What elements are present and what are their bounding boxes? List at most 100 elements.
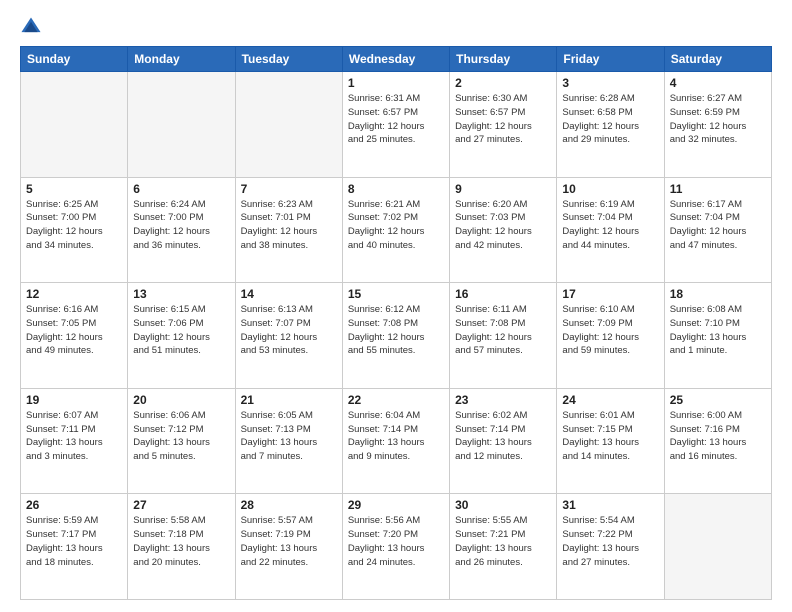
day-info: Sunrise: 6:02 AM Sunset: 7:14 PM Dayligh…: [455, 409, 551, 464]
header: [20, 16, 772, 38]
day-cell: 15 Sunrise: 6:12 AM Sunset: 7:08 PM Dayli…: [342, 283, 449, 389]
week-row-3: 12 Sunrise: 6:16 AM Sunset: 7:05 PM Dayli…: [21, 283, 772, 389]
day-info: Sunrise: 6:01 AM Sunset: 7:15 PM Dayligh…: [562, 409, 658, 464]
day-number: 10: [562, 182, 658, 196]
day-number: 6: [133, 182, 229, 196]
day-number: 16: [455, 287, 551, 301]
day-info: Sunrise: 6:07 AM Sunset: 7:11 PM Dayligh…: [26, 409, 122, 464]
day-cell: 17 Sunrise: 6:10 AM Sunset: 7:09 PM Dayli…: [557, 283, 664, 389]
day-number: 4: [670, 76, 766, 90]
day-info: Sunrise: 6:15 AM Sunset: 7:06 PM Dayligh…: [133, 303, 229, 358]
calendar: SundayMondayTuesdayWednesdayThursdayFrid…: [20, 46, 772, 600]
day-info: Sunrise: 6:28 AM Sunset: 6:58 PM Dayligh…: [562, 92, 658, 147]
day-info: Sunrise: 5:56 AM Sunset: 7:20 PM Dayligh…: [348, 514, 444, 569]
day-number: 21: [241, 393, 337, 407]
day-info: Sunrise: 6:23 AM Sunset: 7:01 PM Dayligh…: [241, 198, 337, 253]
day-number: 17: [562, 287, 658, 301]
day-number: 22: [348, 393, 444, 407]
day-cell: 31 Sunrise: 5:54 AM Sunset: 7:22 PM Dayli…: [557, 494, 664, 600]
day-number: 2: [455, 76, 551, 90]
day-cell: 7 Sunrise: 6:23 AM Sunset: 7:01 PM Daylig…: [235, 177, 342, 283]
day-info: Sunrise: 6:08 AM Sunset: 7:10 PM Dayligh…: [670, 303, 766, 358]
col-header-sunday: Sunday: [21, 47, 128, 72]
day-cell: 13Sunrise: 6:15 AM Sunset: 7:06 PM Dayli…: [128, 283, 235, 389]
day-cell: 28 Sunrise: 5:57 AM Sunset: 7:19 PM Dayli…: [235, 494, 342, 600]
day-number: 29: [348, 498, 444, 512]
day-info: Sunrise: 6:21 AM Sunset: 7:02 PM Dayligh…: [348, 198, 444, 253]
day-info: Sunrise: 5:59 AM Sunset: 7:17 PM Dayligh…: [26, 514, 122, 569]
col-header-monday: Monday: [128, 47, 235, 72]
day-info: Sunrise: 6:00 AM Sunset: 7:16 PM Dayligh…: [670, 409, 766, 464]
day-cell: 18Sunrise: 6:08 AM Sunset: 7:10 PM Dayli…: [664, 283, 771, 389]
day-cell: 3 Sunrise: 6:28 AM Sunset: 6:58 PM Daylig…: [557, 72, 664, 178]
day-cell: [21, 72, 128, 178]
day-cell: 5 Sunrise: 6:25 AM Sunset: 7:00 PM Daylig…: [21, 177, 128, 283]
day-number: 30: [455, 498, 551, 512]
day-info: Sunrise: 6:30 AM Sunset: 6:57 PM Dayligh…: [455, 92, 551, 147]
col-header-saturday: Saturday: [664, 47, 771, 72]
day-info: Sunrise: 6:27 AM Sunset: 6:59 PM Dayligh…: [670, 92, 766, 147]
day-number: 11: [670, 182, 766, 196]
day-cell: 10 Sunrise: 6:19 AM Sunset: 7:04 PM Dayli…: [557, 177, 664, 283]
day-number: 14: [241, 287, 337, 301]
day-cell: 1Sunrise: 6:31 AM Sunset: 6:57 PM Daylig…: [342, 72, 449, 178]
col-header-thursday: Thursday: [450, 47, 557, 72]
day-info: Sunrise: 6:05 AM Sunset: 7:13 PM Dayligh…: [241, 409, 337, 464]
day-cell: 19 Sunrise: 6:07 AM Sunset: 7:11 PM Dayli…: [21, 388, 128, 494]
day-number: 26: [26, 498, 122, 512]
day-cell: 26 Sunrise: 5:59 AM Sunset: 7:17 PM Dayli…: [21, 494, 128, 600]
day-info: Sunrise: 6:13 AM Sunset: 7:07 PM Dayligh…: [241, 303, 337, 358]
day-number: 28: [241, 498, 337, 512]
day-number: 23: [455, 393, 551, 407]
day-info: Sunrise: 6:17 AM Sunset: 7:04 PM Dayligh…: [670, 198, 766, 253]
day-info: Sunrise: 6:25 AM Sunset: 7:00 PM Dayligh…: [26, 198, 122, 253]
day-cell: 16 Sunrise: 6:11 AM Sunset: 7:08 PM Dayli…: [450, 283, 557, 389]
day-info: Sunrise: 6:12 AM Sunset: 7:08 PM Dayligh…: [348, 303, 444, 358]
day-cell: 2 Sunrise: 6:30 AM Sunset: 6:57 PM Daylig…: [450, 72, 557, 178]
logo: [20, 16, 44, 38]
day-info: Sunrise: 6:11 AM Sunset: 7:08 PM Dayligh…: [455, 303, 551, 358]
header-row: SundayMondayTuesdayWednesdayThursdayFrid…: [21, 47, 772, 72]
day-number: 5: [26, 182, 122, 196]
day-number: 9: [455, 182, 551, 196]
day-cell: 29 Sunrise: 5:56 AM Sunset: 7:20 PM Dayli…: [342, 494, 449, 600]
day-cell: 14 Sunrise: 6:13 AM Sunset: 7:07 PM Dayli…: [235, 283, 342, 389]
day-cell: [235, 72, 342, 178]
day-number: 1: [348, 76, 444, 90]
day-cell: 9Sunrise: 6:20 AM Sunset: 7:03 PM Daylig…: [450, 177, 557, 283]
day-info: Sunrise: 5:57 AM Sunset: 7:19 PM Dayligh…: [241, 514, 337, 569]
day-cell: 27 Sunrise: 5:58 AM Sunset: 7:18 PM Dayli…: [128, 494, 235, 600]
day-cell: 23 Sunrise: 6:02 AM Sunset: 7:14 PM Dayli…: [450, 388, 557, 494]
day-cell: 6Sunrise: 6:24 AM Sunset: 7:00 PM Daylig…: [128, 177, 235, 283]
col-header-wednesday: Wednesday: [342, 47, 449, 72]
col-header-friday: Friday: [557, 47, 664, 72]
day-cell: 20Sunrise: 6:06 AM Sunset: 7:12 PM Dayli…: [128, 388, 235, 494]
day-cell: 11 Sunrise: 6:17 AM Sunset: 7:04 PM Dayli…: [664, 177, 771, 283]
day-number: 3: [562, 76, 658, 90]
day-info: Sunrise: 6:04 AM Sunset: 7:14 PM Dayligh…: [348, 409, 444, 464]
day-info: Sunrise: 5:58 AM Sunset: 7:18 PM Dayligh…: [133, 514, 229, 569]
day-number: 19: [26, 393, 122, 407]
week-row-2: 5 Sunrise: 6:25 AM Sunset: 7:00 PM Daylig…: [21, 177, 772, 283]
week-row-4: 19 Sunrise: 6:07 AM Sunset: 7:11 PM Dayli…: [21, 388, 772, 494]
day-cell: 4 Sunrise: 6:27 AM Sunset: 6:59 PM Daylig…: [664, 72, 771, 178]
week-row-5: 26 Sunrise: 5:59 AM Sunset: 7:17 PM Dayli…: [21, 494, 772, 600]
day-number: 24: [562, 393, 658, 407]
logo-icon: [20, 16, 42, 38]
page: SundayMondayTuesdayWednesdayThursdayFrid…: [0, 0, 792, 612]
day-number: 7: [241, 182, 337, 196]
day-cell: 8 Sunrise: 6:21 AM Sunset: 7:02 PM Daylig…: [342, 177, 449, 283]
day-info: Sunrise: 6:10 AM Sunset: 7:09 PM Dayligh…: [562, 303, 658, 358]
day-info: Sunrise: 5:54 AM Sunset: 7:22 PM Dayligh…: [562, 514, 658, 569]
day-cell: [664, 494, 771, 600]
day-number: 12: [26, 287, 122, 301]
day-info: Sunrise: 6:16 AM Sunset: 7:05 PM Dayligh…: [26, 303, 122, 358]
day-number: 15: [348, 287, 444, 301]
col-header-tuesday: Tuesday: [235, 47, 342, 72]
day-number: 8: [348, 182, 444, 196]
day-number: 27: [133, 498, 229, 512]
day-number: 25: [670, 393, 766, 407]
day-cell: 25 Sunrise: 6:00 AM Sunset: 7:16 PM Dayli…: [664, 388, 771, 494]
day-number: 31: [562, 498, 658, 512]
day-info: Sunrise: 6:19 AM Sunset: 7:04 PM Dayligh…: [562, 198, 658, 253]
